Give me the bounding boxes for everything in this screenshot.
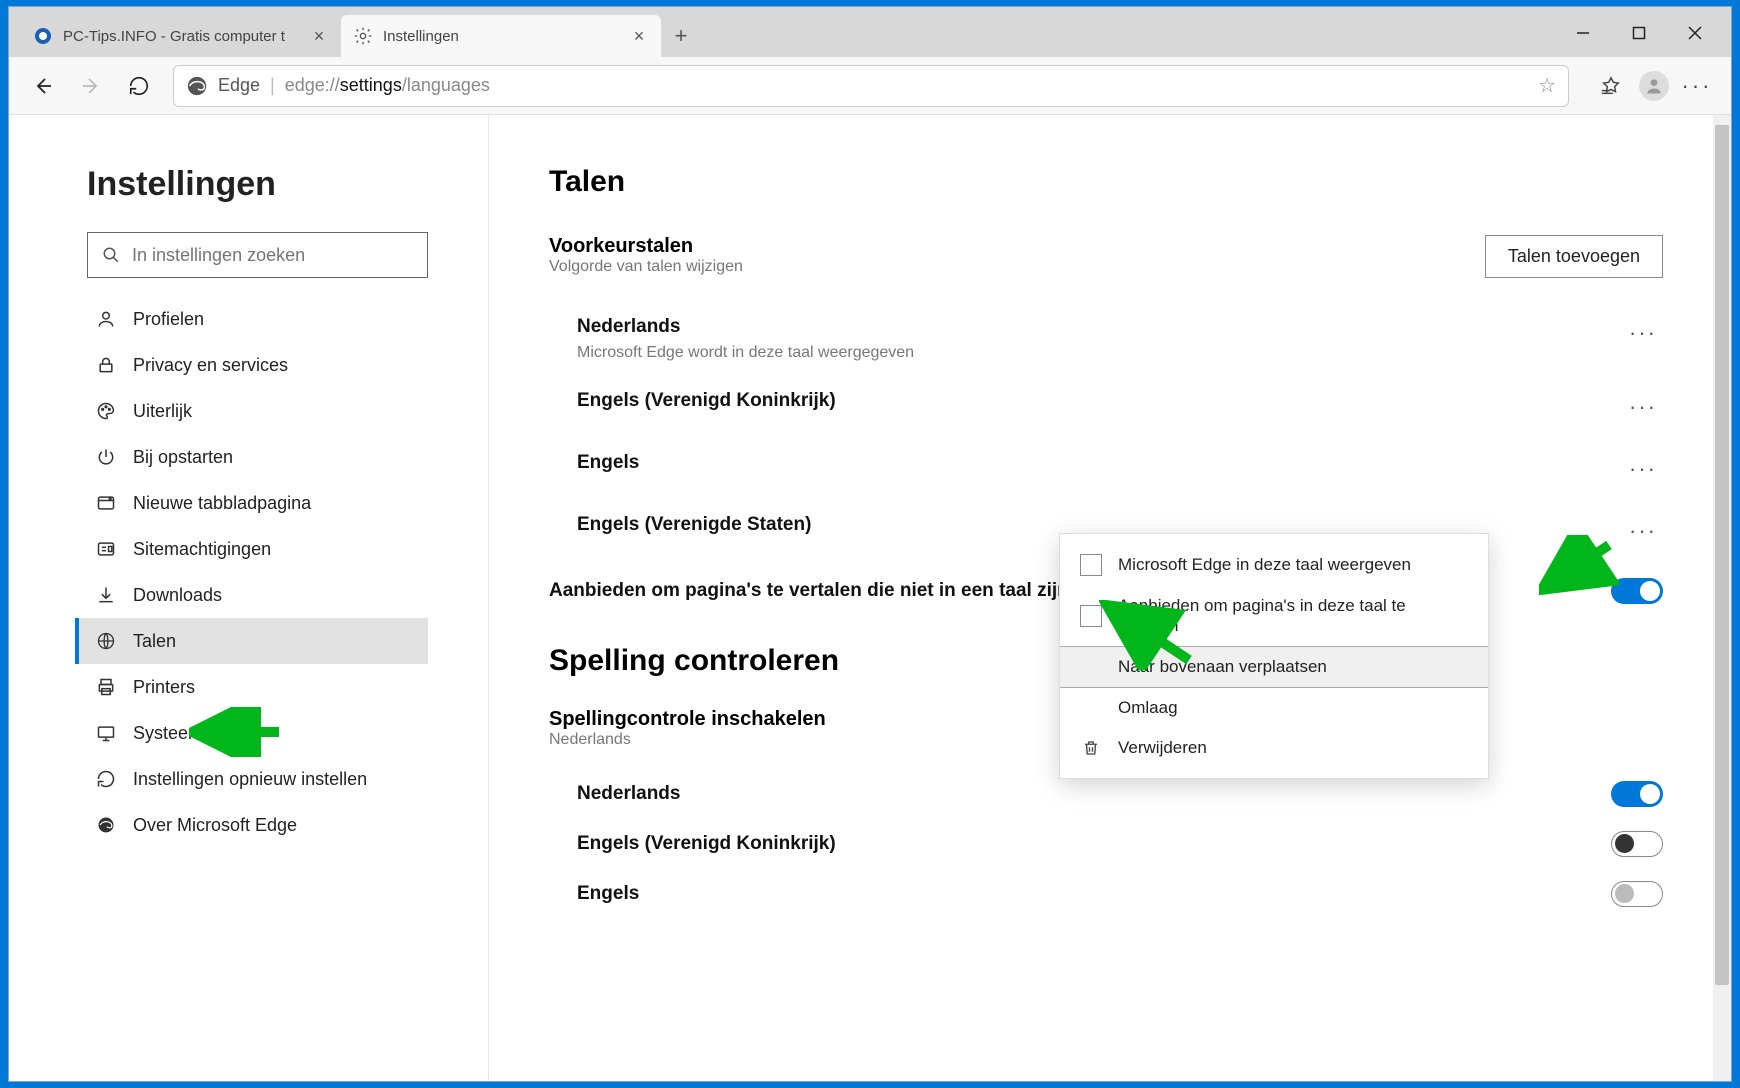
search-icon [102, 246, 120, 264]
close-window-button[interactable] [1667, 13, 1723, 53]
new-tab-button[interactable]: + [661, 15, 701, 57]
content-area: Instellingen Profielen Privacy en servic… [9, 115, 1731, 1081]
spell-lang-toggle[interactable] [1611, 881, 1663, 907]
reset-icon [95, 769, 117, 789]
spell-lang-row: Engels (Verenigd Koninkrijk) [577, 819, 1663, 869]
sidebar-item-reset[interactable]: Instellingen opnieuw instellen [87, 756, 428, 802]
language-more-button[interactable]: ··· [1623, 452, 1663, 486]
settings-search-input[interactable] [132, 245, 413, 266]
sidebar-item-uiterlijk[interactable]: Uiterlijk [87, 388, 428, 434]
tab-settings[interactable]: Instellingen × [341, 15, 661, 57]
back-button[interactable] [21, 64, 65, 108]
window-controls [1555, 13, 1723, 53]
address-bar[interactable]: Edge | edge:// settings /languages ☆ [173, 65, 1569, 107]
newtab-icon [95, 493, 117, 513]
add-language-button[interactable]: Talen toevoegen [1485, 235, 1663, 278]
toolbar: Edge | edge:// settings /languages ☆ ··· [9, 57, 1731, 115]
menu-button[interactable]: ··· [1675, 64, 1719, 108]
forward-button[interactable] [69, 64, 113, 108]
language-icon [95, 631, 117, 651]
close-tab-button[interactable]: × [309, 26, 329, 47]
refresh-button[interactable] [117, 64, 161, 108]
spell-lang-row: Engels [577, 869, 1663, 919]
sidebar-item-opstarten[interactable]: Bij opstarten [87, 434, 428, 480]
language-more-button[interactable]: ··· [1623, 514, 1663, 548]
browser-window: PC-Tips.INFO - Gratis computer t × Inste… [8, 6, 1732, 1082]
close-tab-button[interactable]: × [629, 26, 649, 47]
maximize-button[interactable] [1611, 13, 1667, 53]
checkbox-icon[interactable] [1080, 554, 1102, 576]
pref-langs-desc: Volgorde van talen wijzigen [549, 258, 743, 276]
download-icon [95, 585, 117, 605]
printer-icon [95, 677, 117, 697]
sidebar-item-privacy[interactable]: Privacy en services [87, 342, 428, 388]
person-icon [95, 309, 117, 329]
page-heading: Talen [549, 165, 1663, 199]
favorite-star-icon[interactable]: ☆ [1538, 73, 1556, 98]
sidebar-item-profielen[interactable]: Profielen [87, 296, 428, 342]
settings-sidebar: Instellingen Profielen Privacy en servic… [9, 115, 489, 1081]
gear-icon [353, 26, 373, 46]
settings-search[interactable] [87, 232, 428, 278]
edge-icon [95, 815, 117, 835]
ctx-offer-translate[interactable]: Aanbieden om pagina's in deze taal te ve… [1060, 586, 1488, 646]
scrollbar-thumb[interactable] [1715, 125, 1729, 985]
spell-lang-toggle[interactable] [1611, 781, 1663, 807]
ctx-delete[interactable]: Verwijderen [1060, 728, 1488, 768]
tab-strip: PC-Tips.INFO - Gratis computer t × Inste… [9, 7, 1731, 57]
scheme-label: Edge [218, 75, 260, 96]
sidebar-item-talen[interactable]: Talen [75, 618, 428, 664]
favorites-button[interactable] [1589, 64, 1633, 108]
language-list: Nederlands Microsoft Edge wordt in deze … [577, 302, 1663, 562]
sidebar-item-over[interactable]: Over Microsoft Edge [87, 802, 428, 848]
tab-title: Instellingen [383, 28, 629, 45]
edge-logo-icon [186, 75, 208, 97]
language-row: Nederlands Microsoft Edge wordt in deze … [577, 302, 1663, 376]
profile-avatar[interactable] [1639, 71, 1669, 101]
permissions-icon [95, 539, 117, 559]
spell-lang-toggle[interactable] [1611, 831, 1663, 857]
minimize-button[interactable] [1555, 13, 1611, 53]
tab-title: PC-Tips.INFO - Gratis computer t [63, 28, 309, 45]
sidebar-item-printers[interactable]: Printers [87, 664, 428, 710]
system-icon [95, 723, 117, 743]
language-row: Engels (Verenigd Koninkrijk) ··· [577, 376, 1663, 438]
sidebar-item-systeem[interactable]: Systeem [87, 710, 428, 756]
checkbox-icon[interactable] [1080, 605, 1102, 627]
pref-langs-heading: Voorkeurstalen [549, 235, 743, 258]
power-icon [95, 447, 117, 467]
sidebar-item-nieuwetab[interactable]: Nieuwe tabbladpagina [87, 480, 428, 526]
language-more-button[interactable]: ··· [1623, 316, 1663, 350]
sidebar-item-sitemachtigingen[interactable]: Sitemachtigingen [87, 526, 428, 572]
sidebar-title: Instellingen [87, 165, 428, 204]
ctx-move-down[interactable]: Omlaag [1060, 688, 1488, 728]
language-more-button[interactable]: ··· [1623, 390, 1663, 424]
favicon-pctips [33, 26, 53, 46]
language-row: Engels ··· [577, 438, 1663, 500]
lock-icon [95, 355, 117, 375]
language-context-menu: Microsoft Edge in deze taal weergeven Aa… [1059, 533, 1489, 779]
ctx-display-in-lang[interactable]: Microsoft Edge in deze taal weergeven [1060, 544, 1488, 586]
ctx-move-top[interactable]: Naar bovenaan verplaatsen [1060, 646, 1488, 688]
translate-offer-toggle[interactable] [1611, 578, 1663, 604]
sidebar-item-downloads[interactable]: Downloads [87, 572, 428, 618]
trash-icon [1080, 739, 1102, 757]
scrollbar[interactable] [1713, 115, 1731, 1081]
tab-pctips[interactable]: PC-Tips.INFO - Gratis computer t × [21, 15, 341, 57]
palette-icon [95, 401, 117, 421]
